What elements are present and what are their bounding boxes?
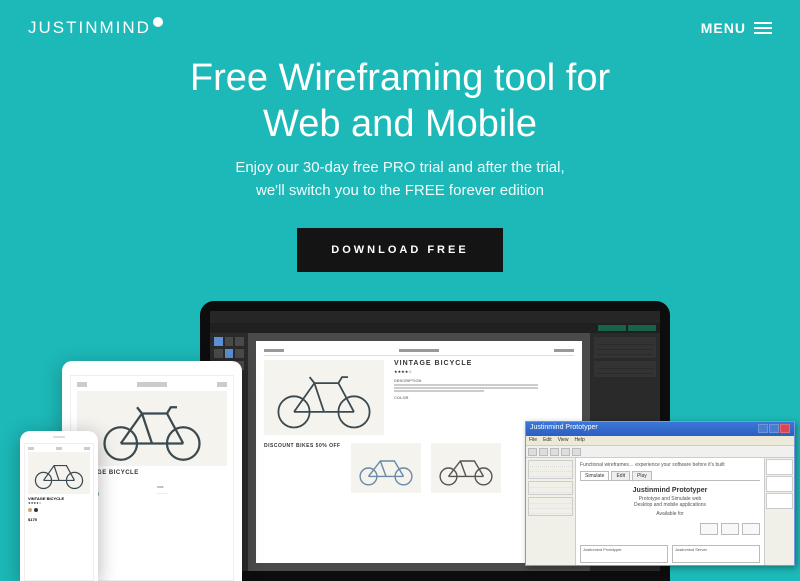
site-header: JUSTINMIND MENU: [0, 0, 800, 56]
window-controls[interactable]: [758, 424, 790, 434]
window-thumbnails: [764, 458, 794, 565]
brand-text: JUSTINMIND: [28, 18, 151, 38]
hamburger-icon: [754, 22, 772, 34]
hero-subtitle: Enjoy our 30-day free PRO trial and afte…: [20, 157, 780, 202]
discount-label: DISCOUNT BIKES 50% OFF: [264, 443, 341, 449]
tablet-product-image: [77, 391, 227, 466]
rating-stars: ★★★★☆: [394, 369, 574, 374]
window-titlebar: Justinmind Prototyper: [526, 422, 794, 436]
tablet-price: $175: [77, 504, 227, 510]
app-toolbar: [210, 323, 660, 333]
minimize-icon: [758, 424, 768, 433]
brand-logo[interactable]: JUSTINMIND: [28, 18, 163, 38]
product-image: [264, 360, 384, 435]
tablet-product-name: VINTAGE BICYCLE: [77, 470, 227, 476]
window-menubar[interactable]: File Edit View Help: [526, 436, 794, 446]
device-mockups: VINTAGE BICYCLE ★★★★☆ DESCRIPTION COLOR …: [0, 271, 800, 581]
window-heading: Justinmind Prototyper: [580, 487, 760, 494]
download-free-button[interactable]: DOWNLOAD FREE: [297, 228, 502, 272]
brand-dot-icon: [153, 17, 163, 27]
menu-button[interactable]: MENU: [701, 20, 772, 36]
maximize-icon: [769, 424, 779, 433]
hero-section: Free Wireframing tool for Web and Mobile…: [0, 56, 800, 272]
menu-label: MENU: [701, 20, 746, 36]
phone-mockup: VINTAGE BICYCLE ★★★★☆ $175: [20, 431, 98, 581]
hero-title: Free Wireframing tool for Web and Mobile: [20, 56, 780, 147]
close-icon: [780, 424, 790, 433]
window-main-canvas: Functional wireframes… experience your s…: [576, 458, 764, 565]
legacy-app-window: Justinmind Prototyper File Edit View Hel…: [525, 421, 795, 566]
window-left-panel: [526, 458, 576, 565]
window-toolbar: [526, 446, 794, 458]
phone-screen: VINTAGE BICYCLE ★★★★☆ $175: [24, 443, 94, 581]
tablet-rating: ★★★★☆: [77, 477, 227, 482]
app-titlebar: [210, 311, 660, 323]
discount-bike-2: [431, 443, 501, 493]
discount-bike-1: [351, 443, 421, 493]
window-tabs[interactable]: Simulate Edit Play: [580, 471, 760, 481]
product-name: VINTAGE BICYCLE: [394, 360, 574, 367]
phone-product-image: [28, 452, 90, 494]
